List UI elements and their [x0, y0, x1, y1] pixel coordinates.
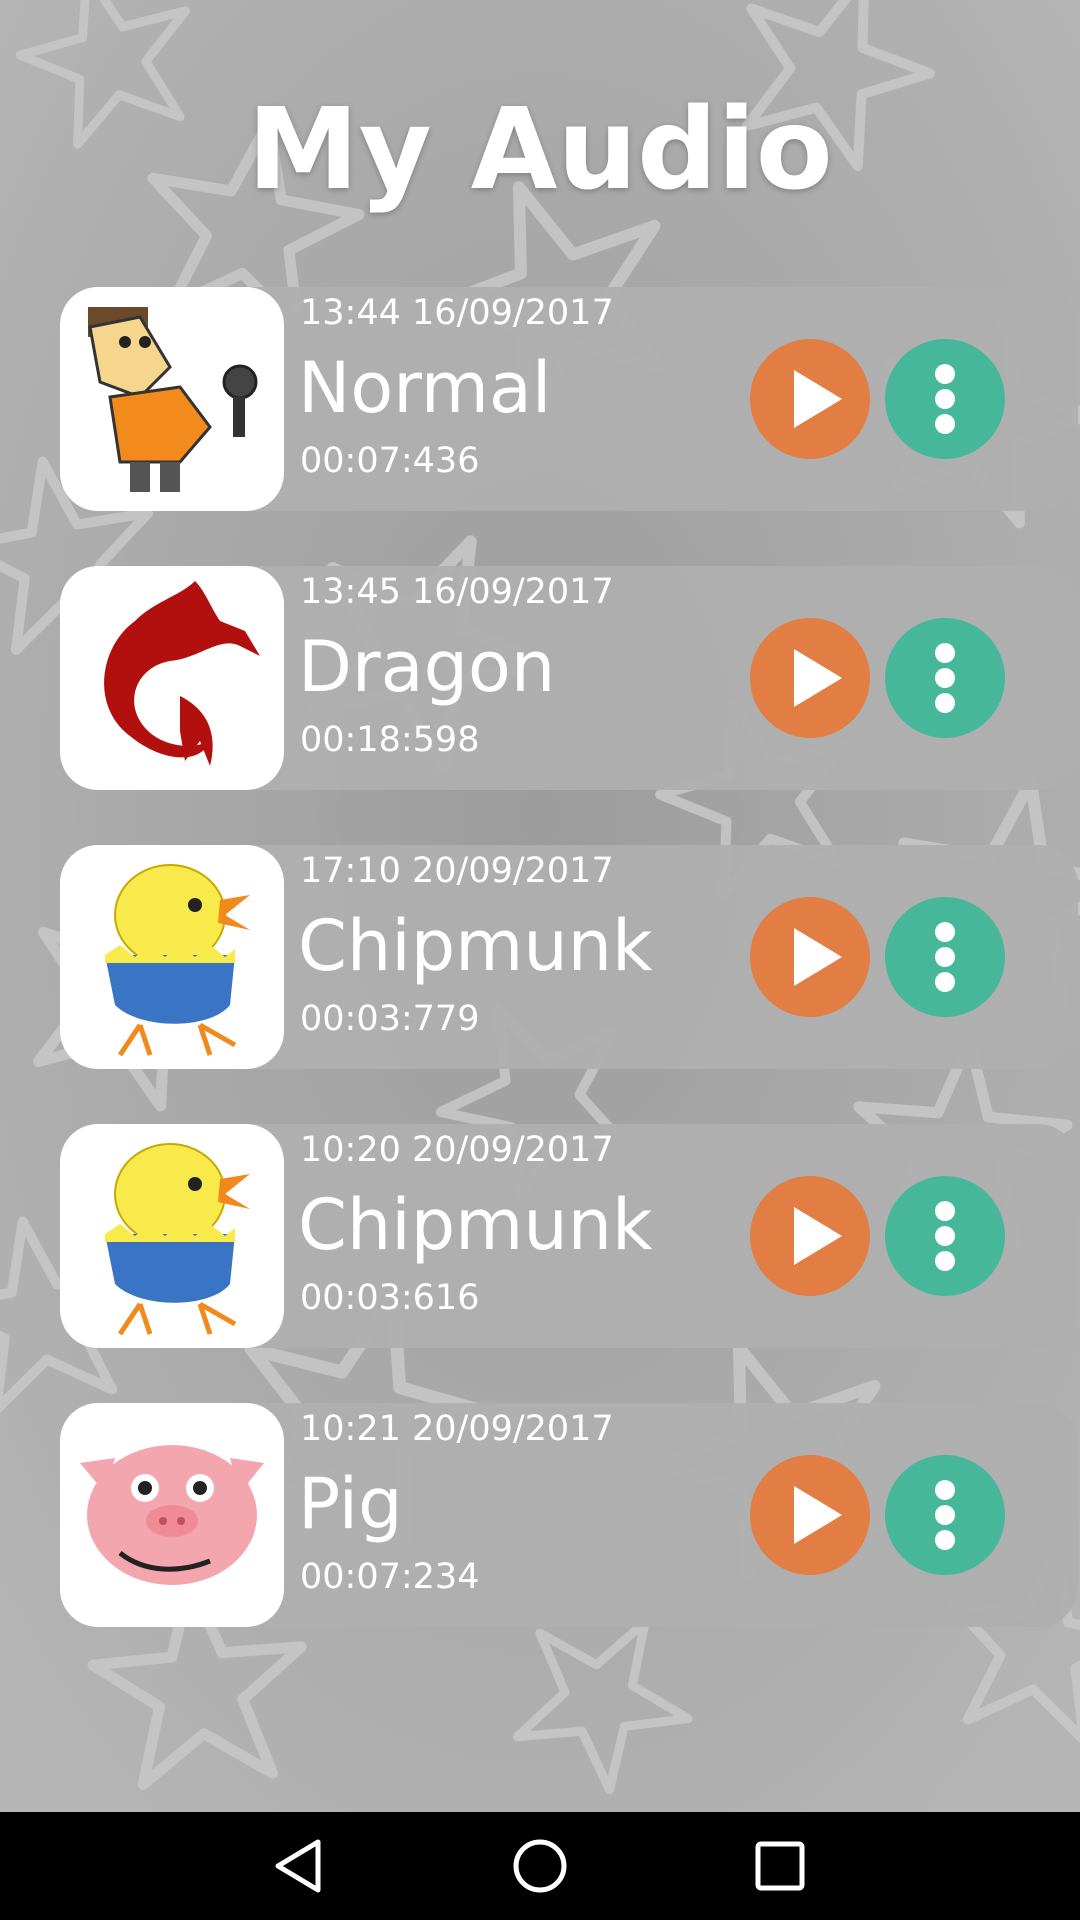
pig-avatar	[60, 1403, 284, 1627]
list-item[interactable]: 13:44 16/09/2017 Normal 00:07:436	[60, 287, 1078, 511]
recording-duration: 00:07:234	[300, 1557, 480, 1597]
play-icon	[794, 370, 842, 428]
more-vertical-icon	[935, 364, 955, 434]
page-title: My Audio	[247, 85, 833, 215]
more-vertical-icon	[935, 1480, 955, 1550]
more-options-button[interactable]	[885, 339, 1005, 459]
play-button[interactable]	[750, 1455, 870, 1575]
play-icon	[794, 1207, 842, 1265]
play-button[interactable]	[750, 897, 870, 1017]
play-icon	[794, 649, 842, 707]
list-item[interactable]: 13:45 16/09/2017 Dragon 00:18:598	[60, 566, 1078, 790]
recording-duration: 00:03:779	[300, 999, 480, 1039]
more-options-button[interactable]	[885, 1176, 1005, 1296]
home-circle-icon	[513, 1839, 567, 1893]
chick-avatar	[60, 845, 284, 1069]
recording-timestamp: 10:21 20/09/2017	[300, 1409, 614, 1449]
system-navigation-bar	[0, 1812, 1080, 1920]
play-icon	[794, 1486, 842, 1544]
play-button[interactable]	[750, 618, 870, 738]
list-item[interactable]: 10:20 20/09/2017 Chipmunk 00:03:616	[60, 1124, 1078, 1348]
list-item[interactable]: 17:10 20/09/2017 Chipmunk 00:03:779	[60, 845, 1078, 1069]
more-vertical-icon	[935, 643, 955, 713]
play-button[interactable]	[750, 339, 870, 459]
chick-avatar	[60, 1124, 284, 1348]
more-options-button[interactable]	[885, 1455, 1005, 1575]
list-item[interactable]: 10:21 20/09/2017 Pig 00:07:234	[60, 1403, 1078, 1627]
recording-name: Normal	[298, 347, 552, 429]
recording-timestamp: 13:45 16/09/2017	[300, 572, 614, 612]
recording-timestamp: 17:10 20/09/2017	[300, 851, 614, 891]
recording-duration: 00:03:616	[300, 1278, 480, 1318]
nav-back-button[interactable]	[260, 1826, 340, 1906]
dragon-avatar	[60, 566, 284, 790]
recording-name: Dragon	[298, 626, 556, 708]
recording-timestamp: 10:20 20/09/2017	[300, 1130, 614, 1170]
nav-home-button[interactable]	[500, 1826, 580, 1906]
more-options-button[interactable]	[885, 897, 1005, 1017]
recording-duration: 00:18:598	[300, 720, 480, 760]
nav-recents-button[interactable]	[740, 1826, 820, 1906]
recording-name: Chipmunk	[298, 1184, 653, 1266]
recording-duration: 00:07:436	[300, 441, 480, 481]
recording-name: Pig	[298, 1463, 403, 1545]
recording-timestamp: 13:44 16/09/2017	[300, 293, 614, 333]
play-button[interactable]	[750, 1176, 870, 1296]
singer-avatar	[60, 287, 284, 511]
recents-square-icon	[755, 1841, 805, 1891]
back-triangle-icon	[275, 1839, 321, 1893]
recording-name: Chipmunk	[298, 905, 653, 987]
play-icon	[794, 928, 842, 986]
more-vertical-icon	[935, 1201, 955, 1271]
more-options-button[interactable]	[885, 618, 1005, 738]
more-vertical-icon	[935, 922, 955, 992]
